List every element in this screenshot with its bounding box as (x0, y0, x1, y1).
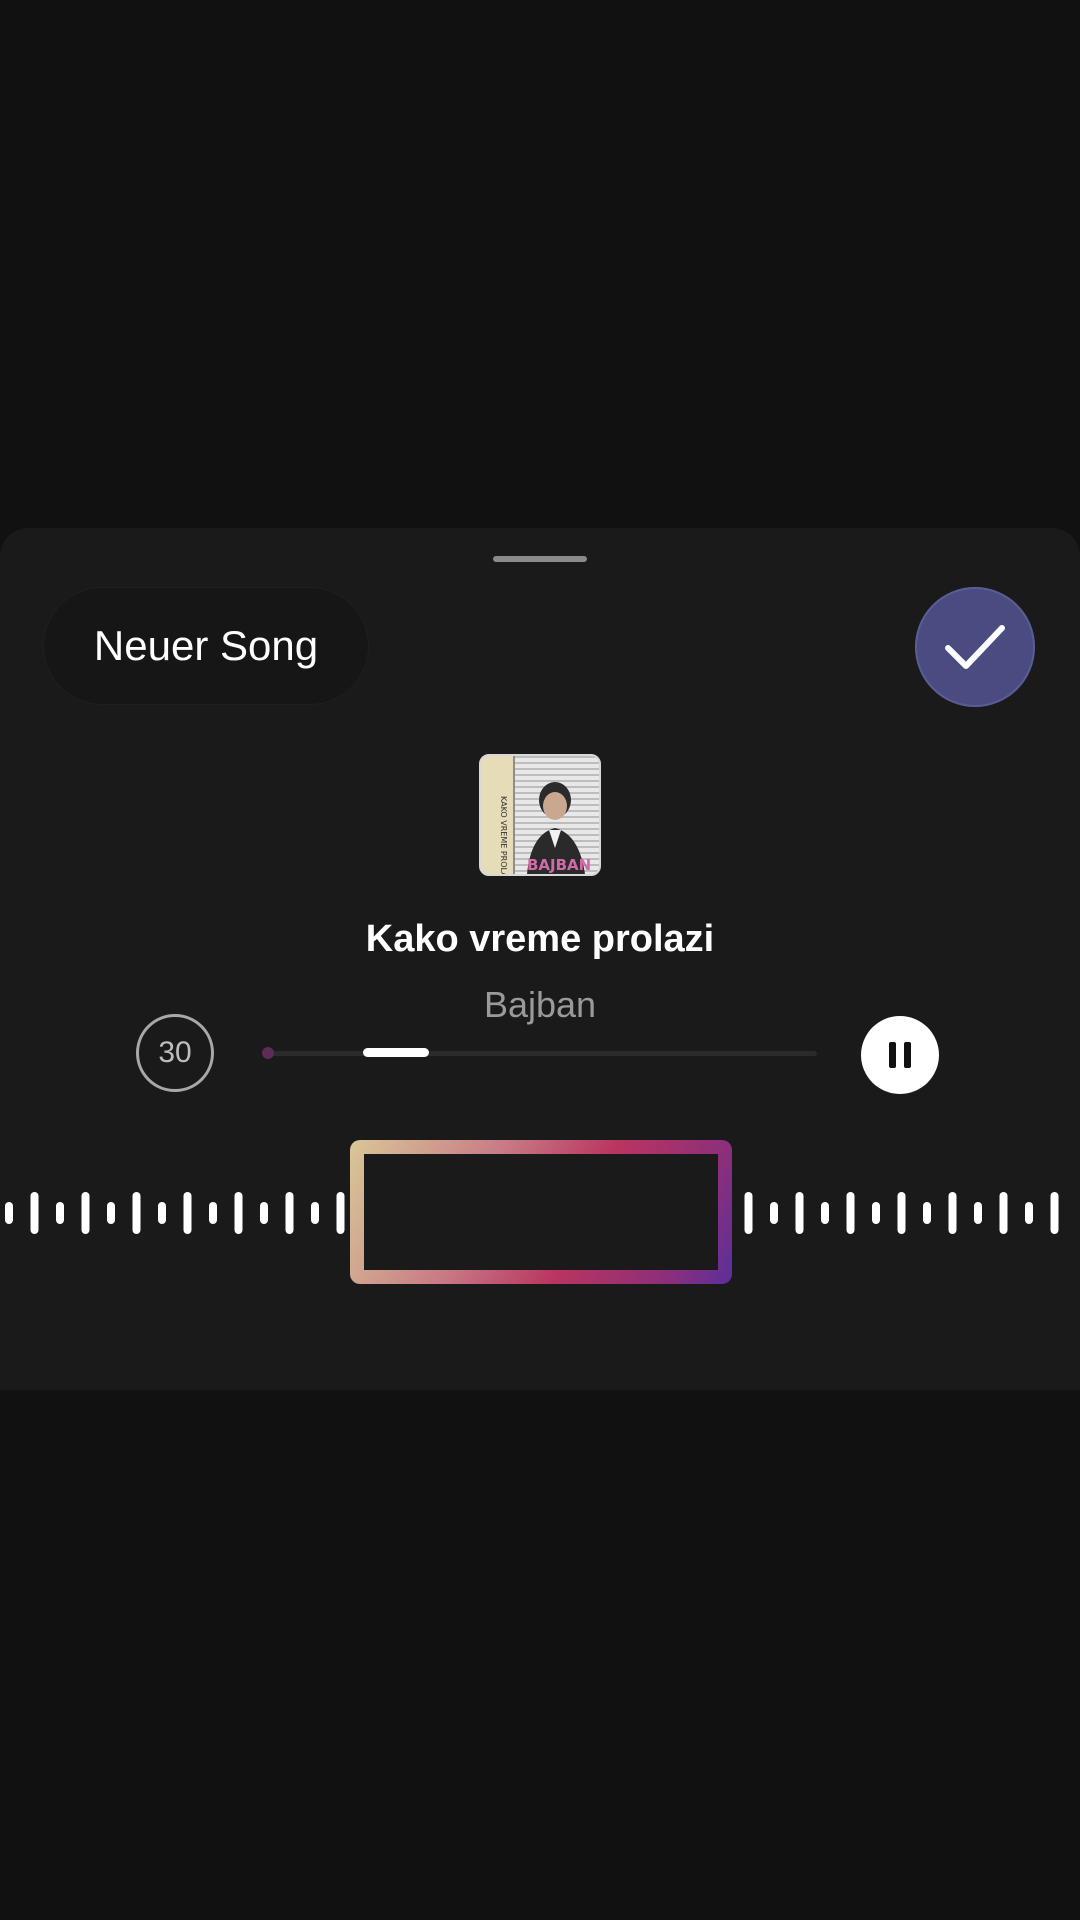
waveform-bar (336, 1192, 345, 1234)
song-title: Kako vreme prolazi (365, 918, 715, 960)
album-cover-image: KAKO VREME PROLAZI BAJBAN (481, 756, 599, 874)
waveform-bar (209, 1202, 217, 1224)
waveform-bar (744, 1192, 753, 1234)
waveform-bar (923, 1202, 931, 1224)
done-button[interactable] (915, 587, 1035, 707)
waveform-bar (132, 1192, 141, 1234)
waveform-bar (846, 1192, 855, 1234)
album-side-text: KAKO VREME PROLAZI (499, 796, 508, 874)
album-art: KAKO VREME PROLAZI BAJBAN (479, 754, 601, 876)
waveform-bar (285, 1192, 294, 1234)
waveform-bar (1050, 1192, 1059, 1234)
waveform-bar (974, 1202, 982, 1224)
album-title-text: BAJBAN (527, 856, 591, 874)
song-progress-track[interactable] (262, 1051, 817, 1056)
waveform-bar (1025, 1202, 1033, 1224)
waveform-bar (56, 1202, 64, 1224)
waveform-bar (948, 1192, 957, 1234)
waveform-bar (897, 1192, 906, 1234)
drag-handle[interactable] (493, 556, 587, 562)
waveform-bar (795, 1192, 804, 1234)
music-picker-sheet: Neuer Song KAKO VREME PROLAZI BAJBAN Kak… (0, 528, 1080, 1390)
new-song-button[interactable]: Neuer Song (44, 588, 368, 704)
new-song-label: Neuer Song (93, 622, 319, 669)
waveform-bar (999, 1192, 1008, 1234)
pause-icon (889, 1042, 911, 1068)
checkmark-icon (945, 625, 1005, 669)
waveform-bar (107, 1202, 115, 1224)
waveform-bar (234, 1192, 243, 1234)
waveform-bar (821, 1202, 829, 1224)
waveform-bar (311, 1202, 319, 1224)
waveform-bar (158, 1202, 166, 1224)
waveform-bar (872, 1202, 880, 1224)
clip-duration-button[interactable]: 30 (136, 1014, 214, 1092)
waveform-bar (30, 1192, 39, 1234)
waveform-bar (770, 1202, 778, 1224)
clip-duration-label: 30 (158, 1036, 192, 1069)
waveform-bar (260, 1202, 268, 1224)
progress-start-marker (262, 1047, 274, 1059)
waveform-bar (5, 1202, 13, 1224)
pause-button[interactable] (861, 1016, 939, 1094)
clip-selection-frame[interactable] (350, 1140, 732, 1284)
progress-selection-indicator (363, 1048, 429, 1057)
waveform-bar (183, 1192, 192, 1234)
waveform-bar (81, 1192, 90, 1234)
